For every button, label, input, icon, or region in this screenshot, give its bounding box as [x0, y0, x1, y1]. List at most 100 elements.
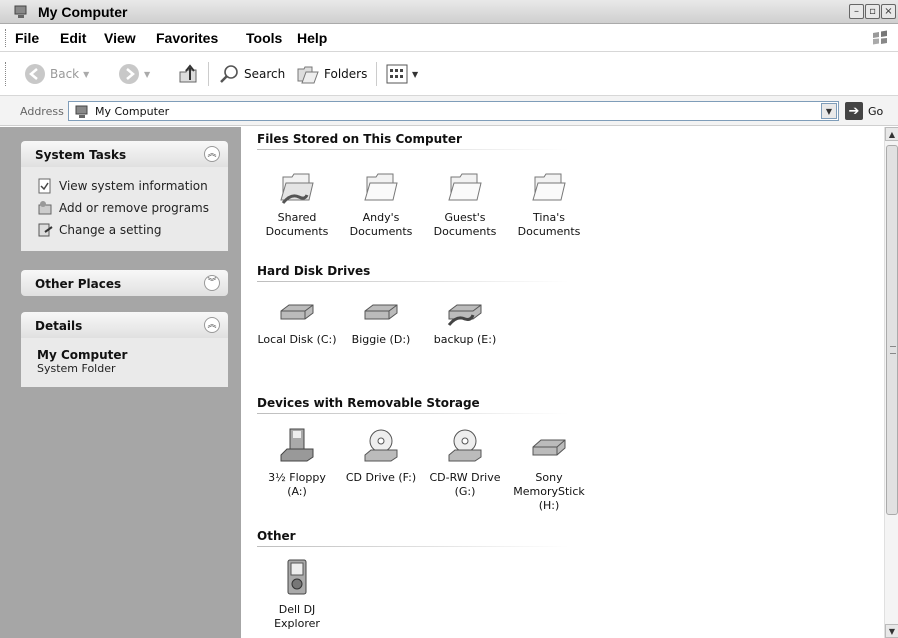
drive-memorystick-h[interactable]: Sony MemoryStick (H:)	[511, 427, 587, 513]
item-label: Guest's	[444, 211, 486, 224]
folders-label: Folders	[324, 67, 368, 81]
folder-icon	[448, 173, 482, 201]
menu-view[interactable]: View	[104, 30, 136, 46]
back-button[interactable]: Back ▼	[24, 62, 89, 86]
drive-local-disk-c[interactable]: Local Disk (C:)	[255, 297, 339, 347]
maximize-button[interactable]: ▫	[865, 4, 880, 19]
folder-icon	[532, 173, 566, 201]
system-tasks-header[interactable]: System Tasks ︽	[21, 141, 228, 167]
item-label: CD-RW Drive	[429, 471, 501, 484]
item-label: (A:)	[287, 485, 307, 498]
scroll-thumb[interactable]	[886, 145, 898, 515]
back-label: Back	[50, 67, 80, 81]
my-computer-icon	[14, 5, 27, 18]
item-label: Tina's	[533, 211, 565, 224]
drive-cd-f[interactable]: CD Drive (F:)	[343, 427, 419, 485]
system-tasks-panel: System Tasks ︽ View system information A…	[21, 141, 228, 251]
toolbar-separator	[208, 62, 209, 86]
vertical-scrollbar[interactable]: ▲ ▼	[884, 127, 898, 638]
views-button[interactable]: ▼	[386, 62, 418, 86]
group-title-other: Other	[257, 529, 296, 543]
address-field[interactable]: My Computer ▼	[68, 101, 839, 121]
go-label[interactable]: Go	[868, 105, 883, 118]
address-dropdown-icon[interactable]: ▼	[821, 103, 837, 119]
scroll-up-arrow-icon[interactable]: ▲	[885, 127, 898, 141]
views-dropdown-icon[interactable]: ▼	[412, 70, 418, 79]
shared-hard-disk-icon	[447, 304, 482, 326]
drive-biggie-d[interactable]: Biggie (D:)	[343, 297, 419, 347]
item-label: Local Disk (C:)	[257, 333, 337, 346]
item-label: (G:)	[454, 485, 476, 498]
toolbar-grip[interactable]	[5, 62, 8, 86]
back-arrow-icon	[25, 64, 45, 84]
folder-up-icon	[179, 64, 197, 83]
menu-grip[interactable]	[5, 29, 8, 47]
close-button[interactable]: ×	[881, 4, 896, 19]
device-dell-dj-explorer[interactable]: Dell DJ Explorer	[259, 559, 335, 631]
details-type: System Folder	[37, 362, 116, 375]
menu-edit[interactable]: Edit	[60, 30, 86, 46]
group-divider	[257, 546, 569, 547]
task-view-system-information[interactable]: View system information	[37, 175, 218, 197]
hard-disk-icon	[364, 304, 398, 320]
item-label: MemoryStick	[513, 485, 585, 498]
group-divider	[257, 413, 569, 414]
details-panel: Details ︽ My Computer System Folder	[21, 312, 228, 387]
item-label: Sony	[535, 471, 563, 484]
item-label: (H:)	[538, 499, 560, 512]
add-remove-programs-icon	[38, 201, 52, 215]
change-setting-icon	[38, 223, 53, 237]
forward-arrow-icon	[119, 64, 139, 84]
menu-help[interactable]: Help	[297, 30, 327, 46]
menu-favorites[interactable]: Favorites	[156, 30, 218, 46]
task-add-remove-programs[interactable]: Add or remove programs	[37, 197, 218, 219]
item-label: Andy's	[362, 211, 400, 224]
task-pane: System Tasks ︽ View system information A…	[0, 127, 241, 638]
address-label: Address	[20, 105, 64, 118]
title-bar: My Computer – ▫ ×	[0, 0, 898, 24]
task-label: Change a setting	[59, 223, 162, 237]
collapse-chevron-icon[interactable]: ︽	[204, 317, 220, 333]
drive-cd-rw-g[interactable]: CD-RW Drive (G:)	[427, 427, 503, 499]
collapse-chevron-icon[interactable]: ︽	[204, 146, 220, 162]
up-button[interactable]	[176, 62, 200, 86]
item-label: Documents	[265, 225, 329, 238]
item-label: 3½ Floppy	[268, 471, 326, 484]
menu-bar: File Edit View Favorites Tools Help	[0, 24, 898, 52]
expand-chevron-icon[interactable]: ︾	[204, 275, 220, 291]
folder-shared-documents[interactable]: Shared Documents	[259, 167, 335, 239]
menu-tools[interactable]: Tools	[246, 30, 282, 46]
task-change-setting[interactable]: Change a setting	[37, 219, 218, 241]
music-player-icon	[287, 559, 307, 595]
group-title-hard-disks: Hard Disk Drives	[257, 264, 371, 278]
forward-button[interactable]: ▼	[118, 62, 150, 86]
item-label: Explorer	[274, 617, 320, 630]
scroll-down-arrow-icon[interactable]: ▼	[885, 624, 898, 638]
drive-backup-e[interactable]: backup (E:)	[427, 297, 503, 347]
other-places-header[interactable]: Other Places ︾	[21, 270, 228, 296]
details-name: My Computer	[37, 348, 128, 362]
menu-file[interactable]: File	[15, 30, 39, 46]
forward-dropdown-icon[interactable]: ▼	[144, 70, 150, 79]
item-label: Dell DJ	[278, 603, 316, 616]
views-icon	[386, 64, 408, 84]
back-dropdown-icon[interactable]: ▼	[83, 70, 89, 79]
item-label: CD Drive (F:)	[345, 471, 417, 484]
item-label: Shared	[277, 211, 317, 224]
folders-button[interactable]: Folders	[296, 62, 367, 86]
go-arrow-icon[interactable]: ➔	[845, 102, 863, 120]
item-label: Biggie (D:)	[351, 333, 411, 346]
content-area: Files Stored on This Computer Shared Doc…	[241, 127, 884, 638]
hard-disk-icon	[280, 304, 314, 320]
folder-tinas-documents[interactable]: Tina's Documents	[511, 167, 587, 239]
drive-floppy-a[interactable]: 3½ Floppy (A:)	[259, 427, 335, 499]
folder-andys-documents[interactable]: Andy's Documents	[343, 167, 419, 239]
search-icon	[220, 65, 238, 83]
search-label: Search	[244, 67, 286, 81]
group-divider	[257, 281, 569, 282]
details-header[interactable]: Details ︽	[21, 312, 228, 338]
search-button[interactable]: Search	[218, 62, 285, 86]
minimize-button[interactable]: –	[849, 4, 864, 19]
group-title-removable: Devices with Removable Storage	[257, 396, 480, 410]
folder-guests-documents[interactable]: Guest's Documents	[427, 167, 503, 239]
